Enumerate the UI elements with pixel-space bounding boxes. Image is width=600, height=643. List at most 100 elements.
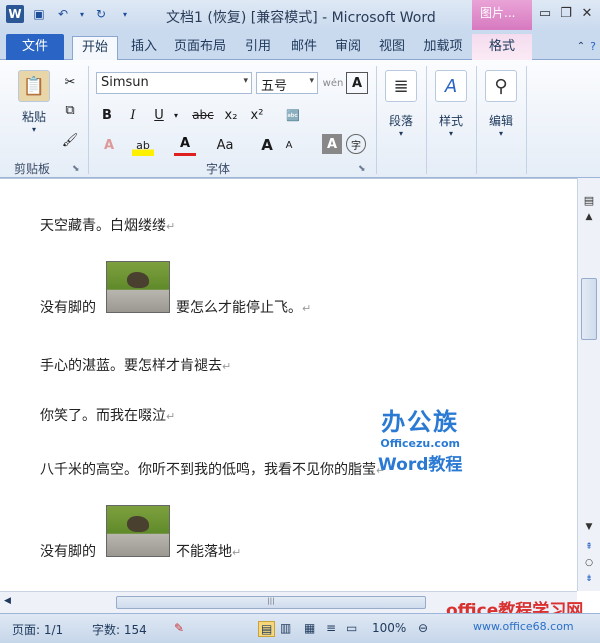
font-size-value: 五号 (261, 79, 288, 94)
word-count[interactable]: 字数: 154 (92, 621, 147, 638)
scroll-down-icon[interactable]: ▼ (581, 522, 597, 536)
horizontal-scroll-thumb[interactable]: ||| (116, 596, 426, 609)
next-page-icon[interactable]: ⇟ (581, 574, 597, 588)
minimize-button[interactable]: ▭ (534, 4, 556, 24)
draft-icon[interactable]: ▭ (346, 621, 357, 635)
group-separator (376, 66, 377, 174)
word-app-icon[interactable]: W (6, 5, 24, 23)
picture-tools-context: 图片... (472, 0, 532, 30)
zoom-level[interactable]: 100% (372, 621, 406, 635)
bold-button[interactable]: B (96, 104, 118, 126)
doc-line-2: 没有脚的 。要怎么才能停止飞。↵ (40, 300, 312, 316)
tab-format[interactable]: 格式 (472, 34, 532, 60)
underline-dropdown-icon[interactable]: ▾ (172, 104, 180, 126)
font-launcher-icon[interactable]: ⬊ (358, 164, 366, 174)
change-case-icon[interactable]: 🔤 (282, 104, 304, 126)
highlight-icon[interactable]: ab (132, 134, 154, 156)
vertical-scrollbar[interactable]: ▤ ▲ ▼ ⇞ ○ ⇟ (577, 178, 600, 591)
group-separator (426, 66, 427, 174)
web-layout-icon[interactable]: ▦ (304, 621, 315, 635)
save-icon[interactable]: ▣ (30, 5, 48, 23)
paragraph-button[interactable]: ≣ 段落 ▾ (382, 70, 420, 138)
site-url-watermark: www.office68.com (473, 620, 574, 633)
tab-file[interactable]: 文件 (6, 34, 64, 60)
scroll-up-icon[interactable]: ▲ (581, 212, 597, 226)
strikethrough-button[interactable]: abc (190, 104, 216, 126)
clipboard-group-label: 剪贴板 (14, 162, 51, 176)
group-separator (526, 66, 527, 174)
font-name-combo[interactable]: Simsun ▾ (96, 72, 252, 94)
doc-line-3: 手心的湛蓝。要怎样才肯褪去↵ (40, 358, 232, 374)
watermark-domain: Officezu.com (380, 437, 460, 450)
print-layout-icon[interactable]: ▤ (258, 621, 276, 637)
customize-qat-icon[interactable]: ▾ (116, 5, 134, 23)
shrink-font-icon[interactable]: A (280, 134, 298, 156)
undo-icon[interactable]: ↶ (54, 5, 72, 23)
font-group-label: 字体 (206, 162, 231, 176)
tab-references[interactable]: 引用 (238, 36, 278, 60)
watermark-brand: 办公族 (381, 408, 460, 436)
font-size-aa-button[interactable]: Aa (212, 134, 238, 156)
binoculars-icon: ⚲ (485, 70, 517, 102)
doc-line-1: 天空藏青。白烟缕缕↵ (40, 218, 176, 234)
paste-label: 粘贴 (21, 110, 46, 124)
paragraph-icon: ≣ (385, 70, 417, 102)
document-area[interactable]: 天空藏青。白烟缕缕↵ 没有脚的 。要怎么才能停止飞。↵ 手心的湛蓝。要怎样才肯褪去… (0, 178, 600, 591)
italic-button[interactable]: I (122, 104, 144, 126)
close-button[interactable]: ✕ (576, 4, 598, 24)
redo-icon[interactable]: ↻ (92, 5, 110, 23)
group-separator (88, 66, 89, 174)
font-name-value: Simsun (101, 75, 149, 90)
format-painter-icon[interactable]: 🖌 (60, 130, 80, 150)
tab-view[interactable]: 视图 (372, 36, 412, 60)
tab-page-layout[interactable]: 页面布局 (168, 36, 232, 60)
doc-line-4: 你笑了。而我在啜泣↵ (40, 408, 176, 424)
underline-button[interactable]: U (148, 104, 170, 126)
proofing-icon[interactable]: ✎ (174, 621, 184, 635)
tab-review[interactable]: 审阅 (328, 36, 368, 60)
bird-image[interactable] (106, 505, 170, 557)
cut-icon[interactable]: ✂ (60, 72, 80, 92)
paste-button[interactable]: 📋 粘贴 ▾ (14, 70, 54, 134)
group-separator (476, 66, 477, 174)
ribbon-tabs: 文件 开始 插入 页面布局 引用 邮件 审阅 视图 加载项 格式 ⌃ ? (0, 32, 600, 61)
vertical-scroll-thumb[interactable] (581, 278, 597, 340)
tab-mailings[interactable]: 邮件 (284, 36, 324, 60)
ribbon: 📋 粘贴 ▾ ✂ ⧉ 🖌 剪贴板 ⬊ Simsun ▾ 五号 ▾ wén A B I… (0, 60, 600, 178)
help-icon[interactable]: ? (586, 36, 600, 60)
tab-addins[interactable]: 加载项 (416, 36, 470, 60)
zoom-out-icon[interactable]: ⊖ (418, 621, 428, 635)
styles-button[interactable]: A 样式 ▾ (432, 70, 470, 138)
editing-label: 编辑 (488, 114, 513, 128)
ruler-toggle-icon[interactable]: ▤ (581, 194, 597, 208)
qat-dropdown-icon[interactable]: ▾ (78, 5, 86, 23)
prev-page-icon[interactable]: ⇞ (581, 542, 597, 556)
bird-image[interactable] (106, 261, 170, 313)
char-shading-icon[interactable]: A (322, 134, 342, 154)
enclose-char-icon[interactable]: 字 (346, 134, 366, 154)
styles-icon: A (435, 70, 467, 102)
title-bar: W ▣ ↶ ▾ ↻ ▾ 文档1 (恢复) [兼容模式] - Microsoft … (0, 0, 600, 32)
phonetic-guide-icon[interactable]: wén (322, 72, 344, 94)
text-effects-icon[interactable]: A (98, 134, 120, 156)
outline-icon[interactable]: ≡ (326, 621, 336, 635)
grow-font-icon[interactable]: A (258, 134, 276, 156)
copy-icon[interactable]: ⧉ (60, 100, 80, 120)
page-indicator[interactable]: 页面: 1/1 (12, 621, 63, 638)
font-size-combo[interactable]: 五号 ▾ (256, 72, 318, 94)
editing-button[interactable]: ⚲ 编辑 ▾ (482, 70, 520, 138)
tab-insert[interactable]: 插入 (124, 36, 164, 60)
fullscreen-reading-icon[interactable]: ▥ (280, 621, 291, 635)
officezu-watermark: 办公族 Officezu.com Word教程 (378, 402, 462, 475)
scroll-left-icon[interactable]: ◀ (4, 596, 11, 606)
restore-button[interactable]: ❐ (555, 4, 577, 24)
clipboard-launcher-icon[interactable]: ⬊ (72, 164, 80, 174)
quick-access-toolbar: W ▣ ↶ ▾ ↻ ▾ (6, 5, 134, 23)
tab-home[interactable]: 开始 (72, 36, 118, 61)
select-browse-object-icon[interactable]: ○ (581, 558, 597, 572)
superscript-button[interactable]: x² (246, 104, 268, 126)
subscript-button[interactable]: x₂ (220, 104, 242, 126)
char-border-icon[interactable]: A (346, 72, 368, 94)
font-color-icon[interactable]: A (174, 134, 196, 156)
watermark-word: Word教程 (378, 455, 463, 475)
